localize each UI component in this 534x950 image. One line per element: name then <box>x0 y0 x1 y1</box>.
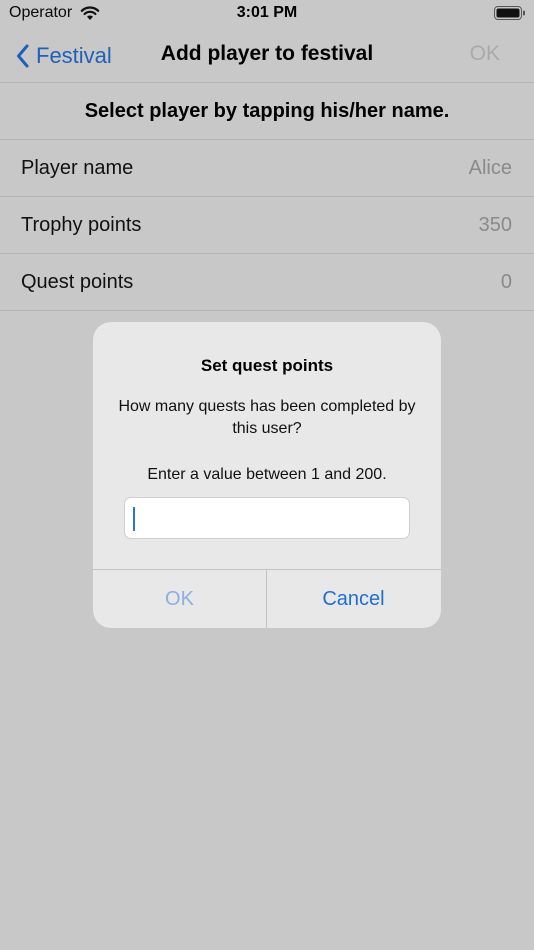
back-button-label: Festival <box>36 43 112 68</box>
row-value: Alice <box>468 157 512 179</box>
quest-points-alert: Set quest points How many quests has bee… <box>93 322 441 628</box>
text-cursor <box>133 507 135 531</box>
row-value: 0 <box>500 271 512 293</box>
navigation-bar: Festival Add player to festival OK <box>0 30 534 83</box>
alert-ok-button[interactable]: OK <box>93 570 266 628</box>
alert-button-bar: OK Cancel <box>93 569 441 628</box>
status-bar: Operator 3:01 PM <box>0 0 534 30</box>
alert-message: How many quests has been completed by th… <box>118 398 416 437</box>
row-trophy-points[interactable]: Trophy points 350 <box>0 197 534 254</box>
row-label: Player name <box>21 157 134 179</box>
alert-cancel-button[interactable]: Cancel <box>267 570 440 628</box>
alert-title: Set quest points <box>200 356 334 375</box>
battery-icon <box>494 6 525 20</box>
row-player-name[interactable]: Player name Alice <box>0 140 534 197</box>
back-button[interactable]: Festival <box>16 41 112 71</box>
row-quest-points[interactable]: Quest points 0 <box>0 254 534 311</box>
status-time: 3:01 PM <box>236 4 298 21</box>
quest-points-input[interactable] <box>124 497 410 539</box>
row-label: Quest points <box>21 271 134 293</box>
instruction-text: Select player by tapping his/her name. <box>0 83 534 140</box>
chevron-left-icon <box>17 44 29 68</box>
row-label: Trophy points <box>21 214 142 236</box>
ok-button[interactable]: OK <box>470 42 500 66</box>
alert-hint: Enter a value between 1 and 200. <box>147 466 387 483</box>
row-value: 350 <box>478 214 512 236</box>
